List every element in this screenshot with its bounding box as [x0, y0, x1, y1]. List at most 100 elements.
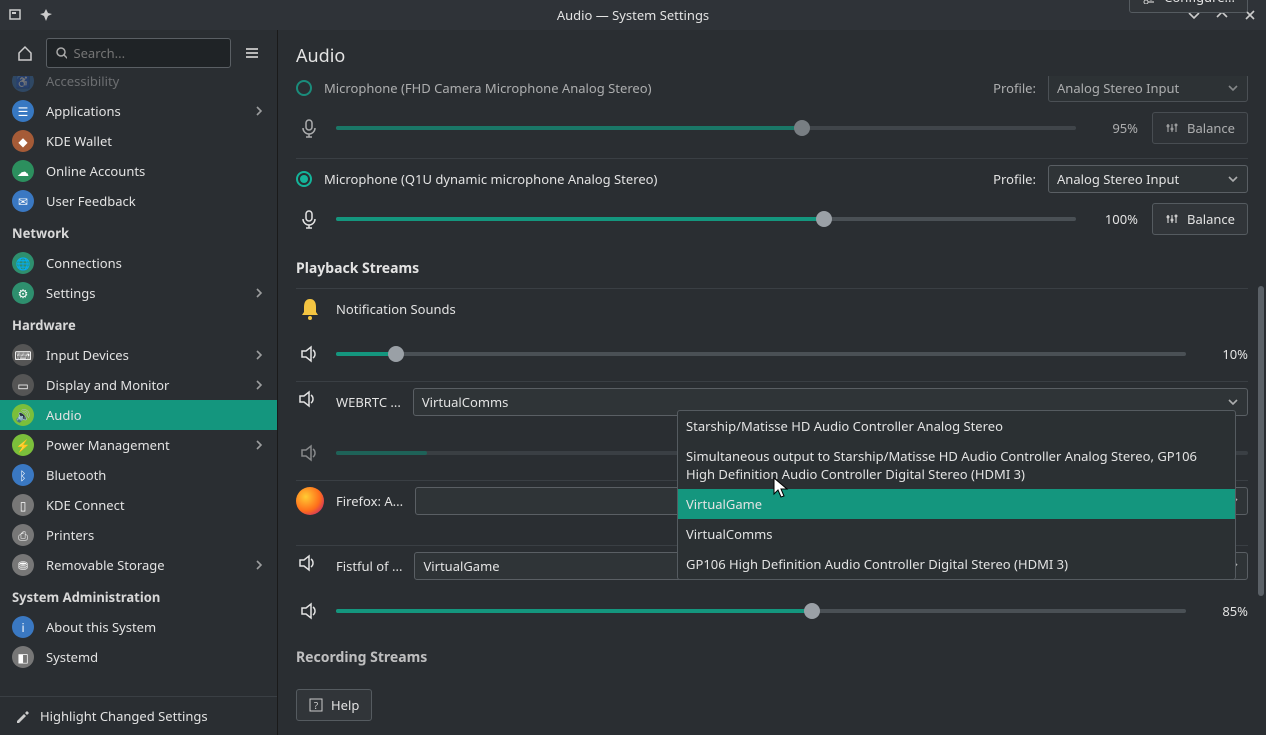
sidebar-item-truncated[interactable]: ♿ Accessibility	[0, 76, 277, 96]
sidebar-item-label: About this System	[46, 618, 156, 636]
sidebar-item-label: Display and Monitor	[46, 376, 169, 394]
sidebar-item-label: Systemd	[46, 648, 98, 666]
speaker-icon	[297, 553, 323, 579]
recording-streams-header: Recording Streams	[296, 638, 1248, 677]
volume-percent: 100%	[1090, 210, 1138, 228]
dropdown-option[interactable]: Simultaneous output to Starship/Matisse …	[678, 441, 1235, 489]
help-icon: ?	[309, 698, 323, 712]
device-name: Microphone (FHD Camera Microphone Analog…	[324, 79, 652, 97]
volume-slider[interactable]	[336, 119, 1076, 137]
sidebar-item-about-this-system[interactable]: iAbout this System	[0, 612, 277, 642]
search-input-wrap[interactable]	[46, 38, 231, 68]
sidebar-item-label: User Feedback	[46, 192, 136, 210]
sidebar-item-kde-wallet[interactable]: ◆KDE Wallet	[0, 126, 277, 156]
configure-button[interactable]: Configure...	[1129, 0, 1248, 13]
select-value: VirtualComms	[422, 393, 509, 411]
sidebar-item-input-devices[interactable]: ⌨ Input Devices	[0, 340, 277, 370]
output-select[interactable]: Analog Stereo Input	[1048, 76, 1248, 102]
sidebar-item-connections[interactable]: 🌐Connections	[0, 248, 277, 278]
volume-slider[interactable]	[336, 210, 1076, 228]
chevron-down-icon	[1227, 396, 1239, 408]
default-device-radio[interactable]	[296, 171, 312, 187]
app-menu-icon[interactable]	[6, 5, 26, 25]
sidebar-item-label: Online Accounts	[46, 162, 145, 180]
sidebar-item-label: KDE Wallet	[46, 132, 112, 150]
volume-slider[interactable]	[336, 345, 1186, 363]
dropdown-option[interactable]: Starship/Matisse HD Audio Controller Ana…	[678, 411, 1235, 441]
output-select-dropdown[interactable]: Starship/Matisse HD Audio Controller Ana…	[677, 410, 1236, 580]
highlight-icon	[14, 708, 30, 724]
stream-name: Notification Sounds	[336, 300, 456, 318]
dropdown-option[interactable]: VirtualGame	[678, 489, 1235, 519]
volume-percent: 95%	[1090, 119, 1138, 137]
highlight-changed-button[interactable]: Highlight Changed Settings	[0, 696, 277, 735]
chevron-right-icon	[253, 105, 265, 117]
sidebar-item-display-and-monitor[interactable]: ▭ Display and Monitor	[0, 370, 277, 400]
volume-slider[interactable]	[336, 602, 1186, 620]
default-device-radio[interactable]	[296, 80, 312, 96]
sidebar-item-icon: ⌨	[12, 344, 34, 366]
sidebar-item-label: Input Devices	[46, 346, 129, 364]
dropdown-option[interactable]: GP106 High Definition Audio Controller D…	[678, 549, 1235, 579]
search-input[interactable]	[73, 44, 222, 62]
volume-percent: 85%	[1200, 602, 1248, 620]
select-value: VirtualGame	[423, 557, 499, 575]
sidebar-item-kde-connect[interactable]: ▯KDE Connect	[0, 490, 277, 520]
sidebar-item-applications[interactable]: ☰Applications	[0, 96, 277, 126]
profile-label: Profile:	[993, 170, 1036, 188]
balance-button[interactable]: Balance	[1152, 112, 1248, 144]
sidebar-item-label: Bluetooth	[46, 466, 106, 484]
hamburger-menu[interactable]	[237, 38, 267, 68]
volume-percent: 10%	[1200, 345, 1248, 363]
mute-button[interactable]	[296, 440, 322, 466]
sidebar-item-icon: ▭	[12, 374, 34, 396]
sidebar-item-systemd[interactable]: ◧ Systemd	[0, 642, 277, 672]
bell-icon	[297, 296, 323, 322]
svg-text:?: ?	[314, 698, 319, 712]
output-select[interactable]: Analog Stereo Input	[1048, 165, 1248, 193]
titlebar: Audio — System Settings	[0, 0, 1266, 30]
sidebar-item-icon: ☁	[12, 160, 34, 182]
sidebar-item-settings[interactable]: ⚙Settings	[0, 278, 277, 308]
sidebar-item-audio[interactable]: 🔊Audio	[0, 400, 277, 430]
sidebar-header-network: Network	[0, 216, 277, 248]
content: Audio Microphone (FHD Camera Microphone …	[278, 30, 1266, 735]
content-scrollbar[interactable]	[1256, 76, 1266, 639]
chevron-right-icon	[253, 287, 265, 299]
mute-button[interactable]	[296, 341, 322, 367]
sidebar-item-icon: ᛒ	[12, 464, 34, 486]
profile-label: Profile:	[993, 79, 1036, 97]
sidebar-item-bluetooth[interactable]: ᛒ Bluetooth	[0, 460, 277, 490]
chevron-right-icon	[253, 379, 265, 391]
input-device-row: Microphone (FHD Camera Microphone Analog…	[296, 76, 1248, 158]
volume-row: 10%	[296, 341, 1248, 367]
help-button[interactable]: ? Help	[296, 689, 372, 721]
input-device-row: Microphone (Q1U dynamic microphone Analo…	[296, 158, 1248, 249]
chevron-down-icon	[1227, 173, 1239, 185]
sidebar-item-icon: ◧	[12, 646, 34, 668]
mute-button[interactable]	[296, 115, 322, 141]
home-button[interactable]	[10, 38, 40, 68]
volume-row: 95% Balance	[296, 112, 1248, 144]
sidebar-item-icon: 🔊	[12, 404, 34, 426]
sidebar-item-online-accounts[interactable]: ☁ Online Accounts	[0, 156, 277, 186]
sidebar-item-label: Printers	[46, 526, 94, 544]
device-name: Microphone (Q1U dynamic microphone Analo…	[324, 170, 657, 188]
balance-button[interactable]: Balance	[1152, 203, 1248, 235]
sidebar-header-hardware: Hardware	[0, 308, 277, 340]
sidebar-item-printers[interactable]: ⎙Printers	[0, 520, 277, 550]
page-title: Audio	[278, 30, 1266, 76]
sidebar: ♿ Accessibility ☰Applications◆KDE Wallet…	[0, 30, 278, 735]
sidebar-item-icon: ⚡	[12, 434, 34, 456]
sidebar-item-label: Applications	[46, 102, 121, 120]
sidebar-item-power-management[interactable]: ⚡ Power Management	[0, 430, 277, 460]
dropdown-option[interactable]: VirtualComms	[678, 519, 1235, 549]
sidebar-item-label: Power Management	[46, 436, 170, 454]
stream-name: WEBRTC ...	[336, 393, 401, 411]
sidebar-item-user-feedback[interactable]: ✉User Feedback	[0, 186, 277, 216]
select-value: Analog Stereo Input	[1057, 79, 1179, 97]
pin-icon[interactable]	[36, 5, 56, 25]
sidebar-item-removable-storage[interactable]: ⛃Removable Storage	[0, 550, 277, 580]
mute-button[interactable]	[296, 206, 322, 232]
mute-button[interactable]	[296, 598, 322, 624]
